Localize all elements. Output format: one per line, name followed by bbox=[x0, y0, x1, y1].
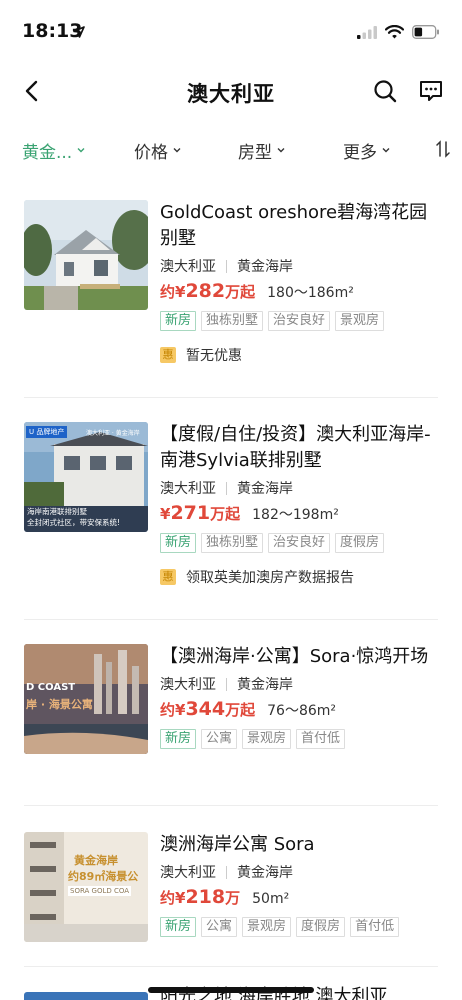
listing-country: 澳大利亚 bbox=[160, 259, 216, 275]
photo-text: D COAST bbox=[26, 682, 76, 693]
tag: 治安良好 bbox=[268, 533, 331, 553]
listing-photo bbox=[24, 992, 148, 1000]
listing-title: 【澳洲海岸·公寓】Sora·惊鸿开场 bbox=[160, 646, 429, 667]
listing-area: 180～186m² bbox=[267, 285, 354, 301]
listing-photo bbox=[24, 200, 148, 310]
cellular-signal-icon bbox=[357, 24, 377, 43]
filter-price-label: 价格 bbox=[134, 143, 168, 163]
tag: 景观房 bbox=[242, 729, 292, 749]
chevron-down-icon bbox=[275, 141, 287, 161]
listing-area: 182～198m² bbox=[252, 507, 339, 523]
filter-price[interactable]: 价格 bbox=[134, 138, 183, 163]
location-arrow-icon bbox=[73, 23, 85, 42]
tag: 公寓 bbox=[201, 729, 238, 749]
listing-region: 黄金海岸 bbox=[237, 259, 293, 275]
photo-caption: 全封闭式社区，带安保系统! bbox=[27, 518, 121, 527]
listing-region: 黄金海岸 bbox=[237, 481, 293, 497]
discount-icon: 惠 bbox=[160, 347, 176, 363]
photo-tag: 澳大利亚 · 黄金海岸 bbox=[86, 430, 140, 437]
listing-tags: 新房 公寓 景观房 首付低 bbox=[160, 729, 442, 749]
listing-location: 澳大利亚 黄金海岸 bbox=[160, 674, 442, 694]
listing-price: 约¥ 218 万 50m² bbox=[160, 886, 290, 908]
filter-more-label: 更多 bbox=[343, 143, 377, 163]
tag: 度假房 bbox=[335, 533, 385, 553]
listing-photo: U 品牌地产 澳大利亚 · 黄金海岸 海岸南港联排别墅 全封闭式社区，带安保系统… bbox=[24, 422, 148, 532]
listing-promo: 惠 暂无优惠 bbox=[160, 345, 442, 365]
chevron-down-icon bbox=[171, 141, 183, 161]
discount-icon: 惠 bbox=[160, 569, 176, 585]
listing-card[interactable]: GoldCoast oreshore碧海湾花园别墅 澳大利亚 黄金海岸 约¥ 2… bbox=[0, 196, 462, 396]
listing-price: 约¥ 344 万起 76～86m² bbox=[160, 698, 337, 720]
brand-badge: U 品牌地产 bbox=[26, 426, 68, 438]
filter-region-label: 黄金... bbox=[22, 143, 73, 163]
tag: 首付低 bbox=[350, 917, 400, 937]
listing-location: 澳大利亚 黄金海岸 bbox=[160, 478, 442, 498]
sort-icon[interactable] bbox=[436, 140, 450, 162]
listing-title: 【度假/自住/投资】澳大利亚海岸-南港Sylvia联排别墅 bbox=[160, 424, 431, 471]
photo-text: 岸 · 海景公寓 bbox=[26, 698, 93, 711]
listing-tags: 新房 独栋别墅 治安良好 度假房 bbox=[160, 533, 442, 553]
listing-photo: D COAST 岸 · 海景公寓 bbox=[24, 644, 148, 754]
photo-text: 约89㎡海景公 bbox=[68, 870, 139, 883]
divider bbox=[24, 619, 438, 620]
tag: 新房 bbox=[160, 729, 197, 749]
message-icon[interactable] bbox=[416, 76, 446, 106]
tag: 度假房 bbox=[296, 917, 346, 937]
tag: 治安良好 bbox=[268, 311, 331, 331]
listing-country: 澳大利亚 bbox=[160, 481, 216, 497]
photo-text: SORA GOLD COA bbox=[68, 886, 132, 896]
listing-location: 澳大利亚 黄金海岸 bbox=[160, 256, 442, 276]
divider bbox=[24, 397, 438, 398]
chevron-down-icon bbox=[380, 141, 392, 161]
promo-text: 领取英美加澳房产数据报告 bbox=[186, 570, 354, 586]
listing-area: 76～86m² bbox=[267, 703, 337, 719]
tag: 独栋别墅 bbox=[201, 311, 264, 331]
listing-area: 50m² bbox=[252, 891, 290, 907]
listing-location: 澳大利亚 黄金海岸 bbox=[160, 862, 442, 882]
tag: 公寓 bbox=[201, 917, 238, 937]
status-bar: 18:13 bbox=[0, 0, 462, 64]
tag: 新房 bbox=[160, 917, 197, 937]
listing-region: 黄金海岸 bbox=[237, 865, 293, 881]
listing-region: 黄金海岸 bbox=[237, 677, 293, 693]
listing-card[interactable]: U 品牌地产 澳大利亚 · 黄金海岸 海岸南港联排别墅 全封闭式社区，带安保系统… bbox=[0, 418, 462, 618]
filter-region[interactable]: 黄金... bbox=[22, 138, 87, 163]
listing-card[interactable]: D COAST 岸 · 海景公寓 【澳洲海岸·公寓】Sora·惊鸿开场 澳大利亚… bbox=[0, 640, 462, 800]
filter-room-type[interactable]: 房型 bbox=[238, 138, 287, 163]
filter-more[interactable]: 更多 bbox=[343, 138, 392, 163]
listing-promo[interactable]: 惠 领取英美加澳房产数据报告 bbox=[160, 567, 442, 587]
photo-text: 黄金海岸 bbox=[74, 854, 118, 867]
listing-tags: 新房 公寓 景观房 度假房 首付低 bbox=[160, 917, 442, 937]
battery-icon bbox=[412, 24, 440, 43]
nav-bar: 澳大利亚 bbox=[0, 64, 462, 120]
tag: 新房 bbox=[160, 311, 197, 331]
tag: 新房 bbox=[160, 533, 197, 553]
listing-tags: 新房 独栋别墅 治安良好 景观房 bbox=[160, 311, 442, 331]
listing-title: 澳洲海岸公寓 Sora bbox=[160, 834, 315, 855]
home-indicator[interactable] bbox=[148, 987, 314, 993]
listing-photo: 黄金海岸 约89㎡海景公 SORA GOLD COA bbox=[24, 832, 148, 942]
tag: 首付低 bbox=[296, 729, 346, 749]
filter-bar: 黄金... 价格 房型 更多 bbox=[0, 126, 462, 174]
listing-title: GoldCoast oreshore碧海湾花园别墅 bbox=[160, 202, 428, 249]
photo-caption: 海岸南港联排别墅 bbox=[27, 507, 87, 516]
filter-room-type-label: 房型 bbox=[238, 143, 272, 163]
divider bbox=[24, 805, 438, 806]
tag: 景观房 bbox=[242, 917, 292, 937]
listing-price: 约¥ 282 万起 180～186m² bbox=[160, 280, 354, 302]
chevron-down-icon bbox=[75, 141, 87, 161]
wifi-icon bbox=[384, 24, 405, 43]
tag: 独栋别墅 bbox=[201, 533, 264, 553]
divider bbox=[24, 966, 438, 967]
search-icon[interactable] bbox=[370, 76, 400, 106]
tag: 景观房 bbox=[335, 311, 385, 331]
promo-text: 暂无优惠 bbox=[186, 348, 242, 364]
listing-card[interactable]: 黄金海岸 约89㎡海景公 SORA GOLD COA 澳洲海岸公寓 Sora 澳… bbox=[0, 828, 462, 968]
listing-price: ¥ 271 万起 182～198m² bbox=[160, 502, 339, 524]
listing-country: 澳大利亚 bbox=[160, 865, 216, 881]
listing-country: 澳大利亚 bbox=[160, 677, 216, 693]
